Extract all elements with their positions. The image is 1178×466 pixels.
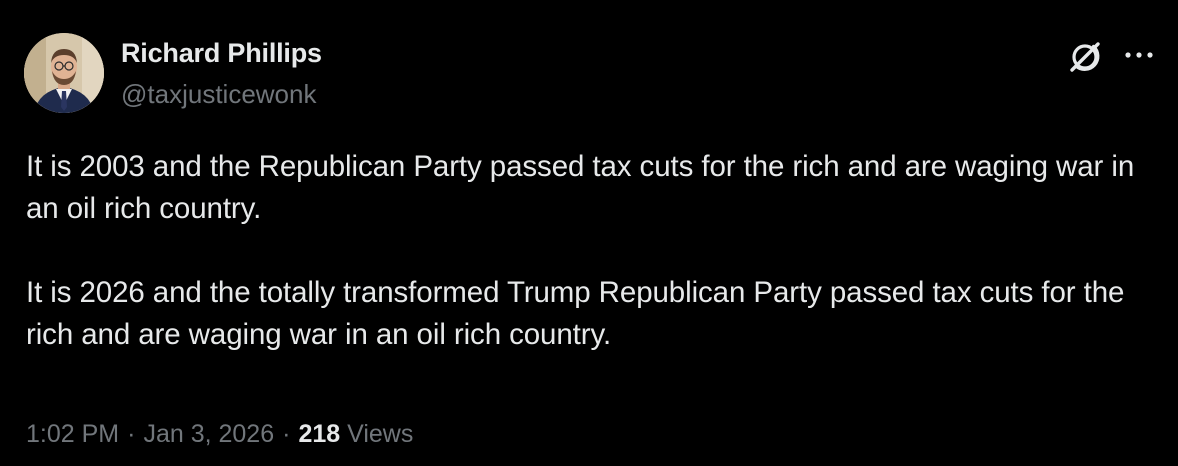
- tweet-card: Richard Phillips @taxjusticewonk It is 2…: [0, 0, 1178, 466]
- tweet-paragraph-2: It is 2026 and the totally transformed T…: [26, 276, 1125, 351]
- views-count: 218: [298, 420, 341, 448]
- grok-icon-glyph: [1070, 42, 1100, 72]
- ellipsis-icon: [1125, 52, 1153, 58]
- tweet-text: It is 2003 and the Republican Party pass…: [26, 146, 1156, 356]
- meta-separator: ·: [127, 420, 136, 448]
- tweet-paragraph-1: It is 2003 and the Republican Party pass…: [26, 150, 1135, 225]
- author-name[interactable]: Richard Phillips: [121, 38, 322, 69]
- avatar-photo: [24, 33, 104, 113]
- meta-separator: ·: [282, 420, 291, 448]
- tweet-time[interactable]: 1:02 PM: [26, 420, 119, 448]
- grok-icon[interactable]: [1066, 38, 1104, 76]
- tweet-meta: 1:02 PM · Jan 3, 2026 · 218 Views: [26, 420, 413, 449]
- tweet-date[interactable]: Jan 3, 2026: [143, 420, 274, 448]
- avatar[interactable]: [24, 33, 104, 113]
- author-handle[interactable]: @taxjusticewonk: [121, 79, 316, 110]
- views-label: Views: [347, 420, 414, 448]
- more-options-icon[interactable]: [1122, 40, 1156, 70]
